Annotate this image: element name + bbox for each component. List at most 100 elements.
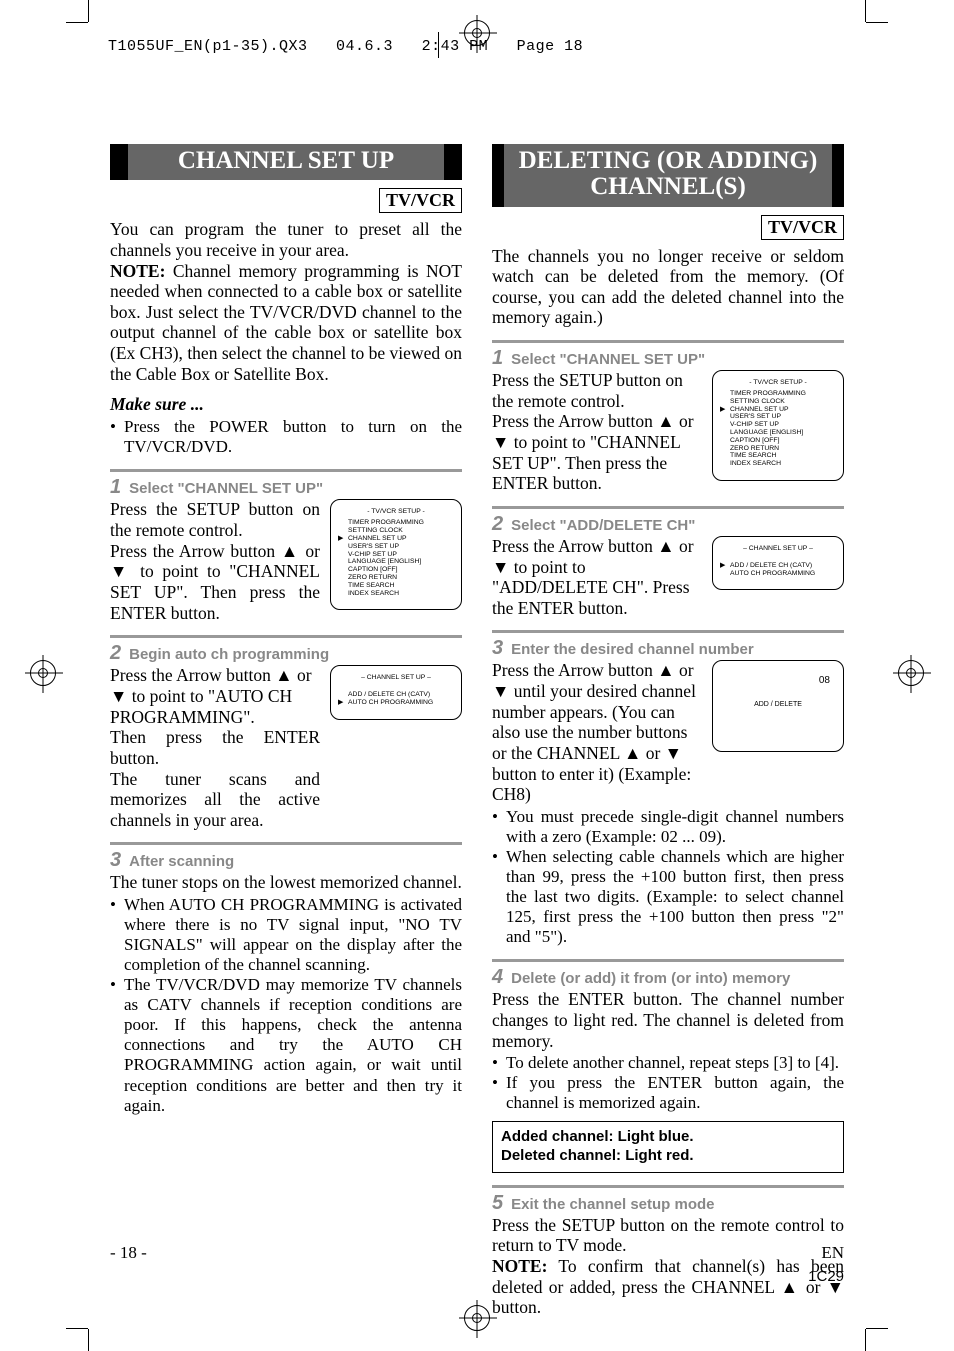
header-divider xyxy=(438,32,439,58)
crop-mark xyxy=(66,22,88,23)
step-number: 1 xyxy=(492,347,503,370)
osd-pointer-icon xyxy=(338,519,344,527)
step-heading: Exit the channel setup mode xyxy=(511,1196,714,1213)
step-heading: After scanning xyxy=(129,853,234,870)
osd-title: - TV/VCR SETUP - xyxy=(720,379,836,387)
osd-pointer-icon xyxy=(720,429,726,437)
osd-row-label: INDEX SEARCH xyxy=(348,590,454,598)
osd-row: USER'S SET UP xyxy=(338,543,454,551)
osd-row-label: ZERO RETURN xyxy=(730,445,836,453)
callout-line: Added channel: Light blue. xyxy=(501,1128,835,1147)
page-number: - 18 - xyxy=(110,1243,147,1263)
step-text: Then press the ENTER button. xyxy=(110,727,320,768)
osd-row-label: CAPTION [OFF] xyxy=(730,437,836,445)
osd-tvvcr-setup: - TV/VCR SETUP - TIMER PROGRAMMINGSETTIN… xyxy=(712,370,844,481)
callout-line: Deleted channel: Light red. xyxy=(501,1147,835,1166)
registration-mark xyxy=(30,660,56,686)
file-time: 2:43 PM xyxy=(422,38,489,55)
osd-channel-number: 08 xyxy=(720,675,830,687)
osd-pointer-icon xyxy=(338,543,344,551)
step-heading: Select "ADD/DELETE CH" xyxy=(511,517,695,534)
crop-mark xyxy=(866,1328,888,1329)
step-text: Press the Arrow button ▲ or ▼ until your… xyxy=(492,660,702,804)
osd-row-label: TIMER PROGRAMMING xyxy=(730,390,836,398)
osd-pointer-icon xyxy=(720,437,726,445)
page-footer: - 18 - EN xyxy=(110,1243,844,1263)
note-item: When AUTO CH PROGRAMMING is activated wh… xyxy=(110,895,462,975)
osd-row: V-CHIP SET UP xyxy=(338,551,454,559)
right-step-2: 2 Select "ADD/DELETE CH" Press the Arrow… xyxy=(492,506,844,619)
osd-pointer-icon xyxy=(720,398,726,406)
step-number: 3 xyxy=(110,849,121,872)
section-title-text: CHANNEL SET UP xyxy=(128,144,444,180)
osd-row: ▶ADD / DELETE CH (CATV) xyxy=(720,562,836,570)
osd-pointer-icon xyxy=(338,574,344,582)
note-item: To delete another channel, repeat steps … xyxy=(492,1053,844,1073)
osd-row: TIMER PROGRAMMING xyxy=(338,519,454,527)
osd-row-label: ZERO RETURN xyxy=(348,574,454,582)
registration-mark xyxy=(898,660,924,686)
section-title-channel-setup: CHANNEL SET UP xyxy=(110,144,462,180)
osd-row: ZERO RETURN xyxy=(720,445,836,453)
crop-mark xyxy=(66,1328,88,1329)
step-number: 2 xyxy=(110,642,121,665)
crop-mark xyxy=(866,22,888,23)
page-label: Page 18 xyxy=(517,38,584,55)
osd-row: SETTING CLOCK xyxy=(720,398,836,406)
osd-channel-setup: – CHANNEL SET UP – ▶ADD / DELETE CH (CAT… xyxy=(712,536,844,590)
right-column: DELETING (OR ADDING) CHANNEL(S) TV/VCR T… xyxy=(492,144,844,1318)
right-step-1: 1 Select "CHANNEL SET UP" Press the SETU… xyxy=(492,340,844,494)
osd-row: LANGUAGE [ENGLISH] xyxy=(720,429,836,437)
step-number: 3 xyxy=(492,637,503,660)
section-title-text: DELETING (OR ADDING) CHANNEL(S) xyxy=(504,144,831,207)
notes-list: To delete another channel, repeat steps … xyxy=(492,1053,844,1113)
step-text: Press the Arrow button ▲ or ▼ to point t… xyxy=(110,541,320,624)
make-sure-heading: Make sure ... xyxy=(110,394,462,415)
osd-row-label: CAPTION [OFF] xyxy=(348,566,454,574)
osd-row: CAPTION [OFF] xyxy=(338,566,454,574)
step-text: The tuner stops on the lowest memorized … xyxy=(110,872,462,893)
osd-add-delete: 08 ADD / DELETE xyxy=(712,660,844,752)
make-sure-item: Press the POWER button to turn on the TV… xyxy=(110,417,462,457)
osd-tvvcr-setup: - TV/VCR SETUP - TIMER PROGRAMMINGSETTIN… xyxy=(330,499,462,610)
osd-row-label: AUTO CH PROGRAMMING xyxy=(348,699,454,707)
tvvcr-badge: TV/VCR xyxy=(379,188,462,213)
osd-row: TIME SEARCH xyxy=(720,452,836,460)
notes-list: You must precede single-digit channel nu… xyxy=(492,807,844,947)
osd-title: – CHANNEL SET UP – xyxy=(338,674,454,682)
crop-mark xyxy=(88,0,89,22)
file-date: 04.6.3 xyxy=(336,38,393,55)
step-number: 2 xyxy=(492,513,503,536)
osd-pointer-icon: ▶ xyxy=(720,406,726,414)
note-text: NOTE: Channel memory programming is NOT … xyxy=(110,261,462,385)
osd-row-label: V-CHIP SET UP xyxy=(348,551,454,559)
osd-row: ADD / DELETE CH (CATV) xyxy=(338,691,454,699)
crop-mark xyxy=(88,1329,89,1351)
osd-pointer-icon xyxy=(338,582,344,590)
step-number: 1 xyxy=(110,476,121,499)
osd-row-label: SETTING CLOCK xyxy=(730,398,836,406)
step-text: The tuner scans and memorizes all the ac… xyxy=(110,769,320,831)
osd-row: ZERO RETURN xyxy=(338,574,454,582)
osd-pointer-icon xyxy=(720,421,726,429)
page: T1055UF_EN(p1-35).QX3 04.6.3 2:43 PM Pag… xyxy=(0,0,954,1351)
step-text: Press the Arrow button ▲ or ▼ to point t… xyxy=(110,665,320,727)
left-step-3: 3 After scanning The tuner stops on the … xyxy=(110,842,462,1115)
osd-row: INDEX SEARCH xyxy=(720,460,836,468)
osd-row: AUTO CH PROGRAMMING xyxy=(720,570,836,578)
step-heading: Delete (or add) it from (or into) memory xyxy=(511,970,790,987)
osd-row-label: USER'S SET UP xyxy=(730,413,836,421)
step-text: Press the SETUP button on the remote con… xyxy=(110,499,320,540)
left-step-1: 1 Select "CHANNEL SET UP" Press the SETU… xyxy=(110,469,462,623)
osd-row-label: CHANNEL SET UP xyxy=(730,406,836,414)
note-text: NOTE: To confirm that channel(s) has bee… xyxy=(492,1256,844,1318)
note-item: If you press the ENTER button again, the… xyxy=(492,1073,844,1113)
note-label: NOTE: xyxy=(110,261,165,281)
left-column: CHANNEL SET UP TV/VCR You can program th… xyxy=(110,144,462,1318)
osd-row: ▶CHANNEL SET UP xyxy=(338,535,454,543)
osd-row: TIMER PROGRAMMING xyxy=(720,390,836,398)
osd-pointer-icon xyxy=(338,590,344,598)
osd-pointer-icon: ▶ xyxy=(338,699,344,707)
note-item: When selecting cable channels which are … xyxy=(492,847,844,947)
osd-row-label: V-CHIP SET UP xyxy=(730,421,836,429)
